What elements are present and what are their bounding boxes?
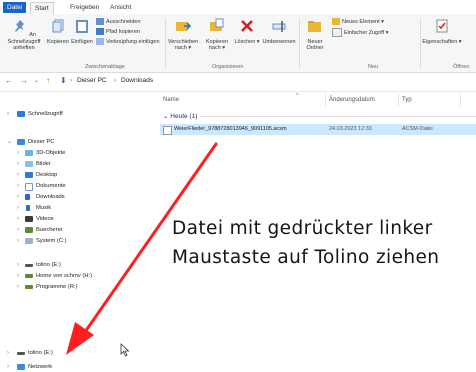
drag-arrow-shaft (83, 142, 218, 334)
mouse-cursor-icon (120, 343, 130, 357)
drag-arrow (66, 142, 218, 355)
